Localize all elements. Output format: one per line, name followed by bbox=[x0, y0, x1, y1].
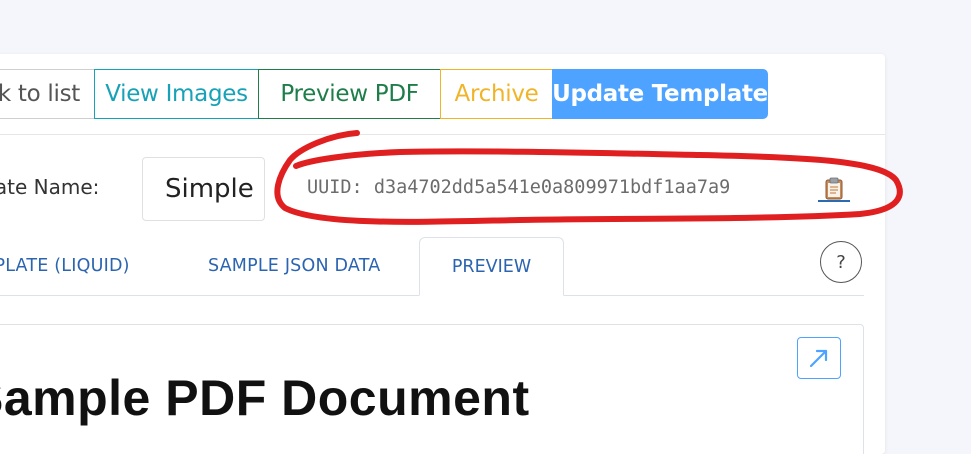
update-template-label: Update Template bbox=[552, 81, 768, 107]
template-name-label-text: Template Name: bbox=[0, 175, 100, 199]
tab-template-liquid-label: TEMPLATE (LIQUID) bbox=[0, 256, 130, 276]
top-bar bbox=[0, 0, 971, 54]
preview-document-title: Sample PDF Document bbox=[0, 370, 530, 426]
preview-pdf-button[interactable]: Preview PDF bbox=[258, 69, 441, 119]
view-images-label: View Images bbox=[105, 81, 248, 107]
template-editor-card: Back to list View Images Preview PDF Arc… bbox=[0, 54, 885, 454]
tab-sample-json-data[interactable]: SAMPLE JSON DATA bbox=[208, 256, 380, 276]
preview-pdf-label: Preview PDF bbox=[280, 81, 419, 107]
page-gutter bbox=[885, 54, 971, 421]
clipboard-icon bbox=[825, 177, 843, 200]
archive-label: Archive bbox=[454, 81, 539, 107]
help-icon: ? bbox=[836, 251, 846, 273]
back-to-list-label: Back to list bbox=[0, 81, 80, 107]
template-name-input[interactable] bbox=[142, 157, 265, 221]
help-button[interactable]: ? bbox=[820, 241, 862, 283]
expand-preview-button[interactable] bbox=[797, 337, 841, 379]
update-template-button[interactable]: Update Template bbox=[552, 69, 768, 119]
toolbar-divider bbox=[0, 134, 885, 135]
expand-arrow-icon bbox=[809, 349, 828, 368]
template-name-label: Template Name: bbox=[0, 175, 99, 199]
tab-preview[interactable]: PREVIEW bbox=[419, 237, 564, 296]
copy-uuid-button[interactable] bbox=[818, 174, 850, 204]
view-images-button[interactable]: View Images bbox=[94, 69, 259, 119]
tab-sample-json-data-label: SAMPLE JSON DATA bbox=[208, 256, 381, 276]
back-to-list-button[interactable]: Back to list bbox=[0, 69, 95, 119]
archive-button[interactable]: Archive bbox=[440, 69, 553, 119]
tab-template-liquid[interactable]: TEMPLATE (LIQUID) bbox=[0, 256, 130, 276]
copy-link-underline bbox=[818, 200, 850, 202]
tab-preview-label: PREVIEW bbox=[451, 256, 532, 277]
uuid-text: UUID: d3a4702dd5a541e0a809971bdf1aa7a9 bbox=[307, 177, 731, 198]
